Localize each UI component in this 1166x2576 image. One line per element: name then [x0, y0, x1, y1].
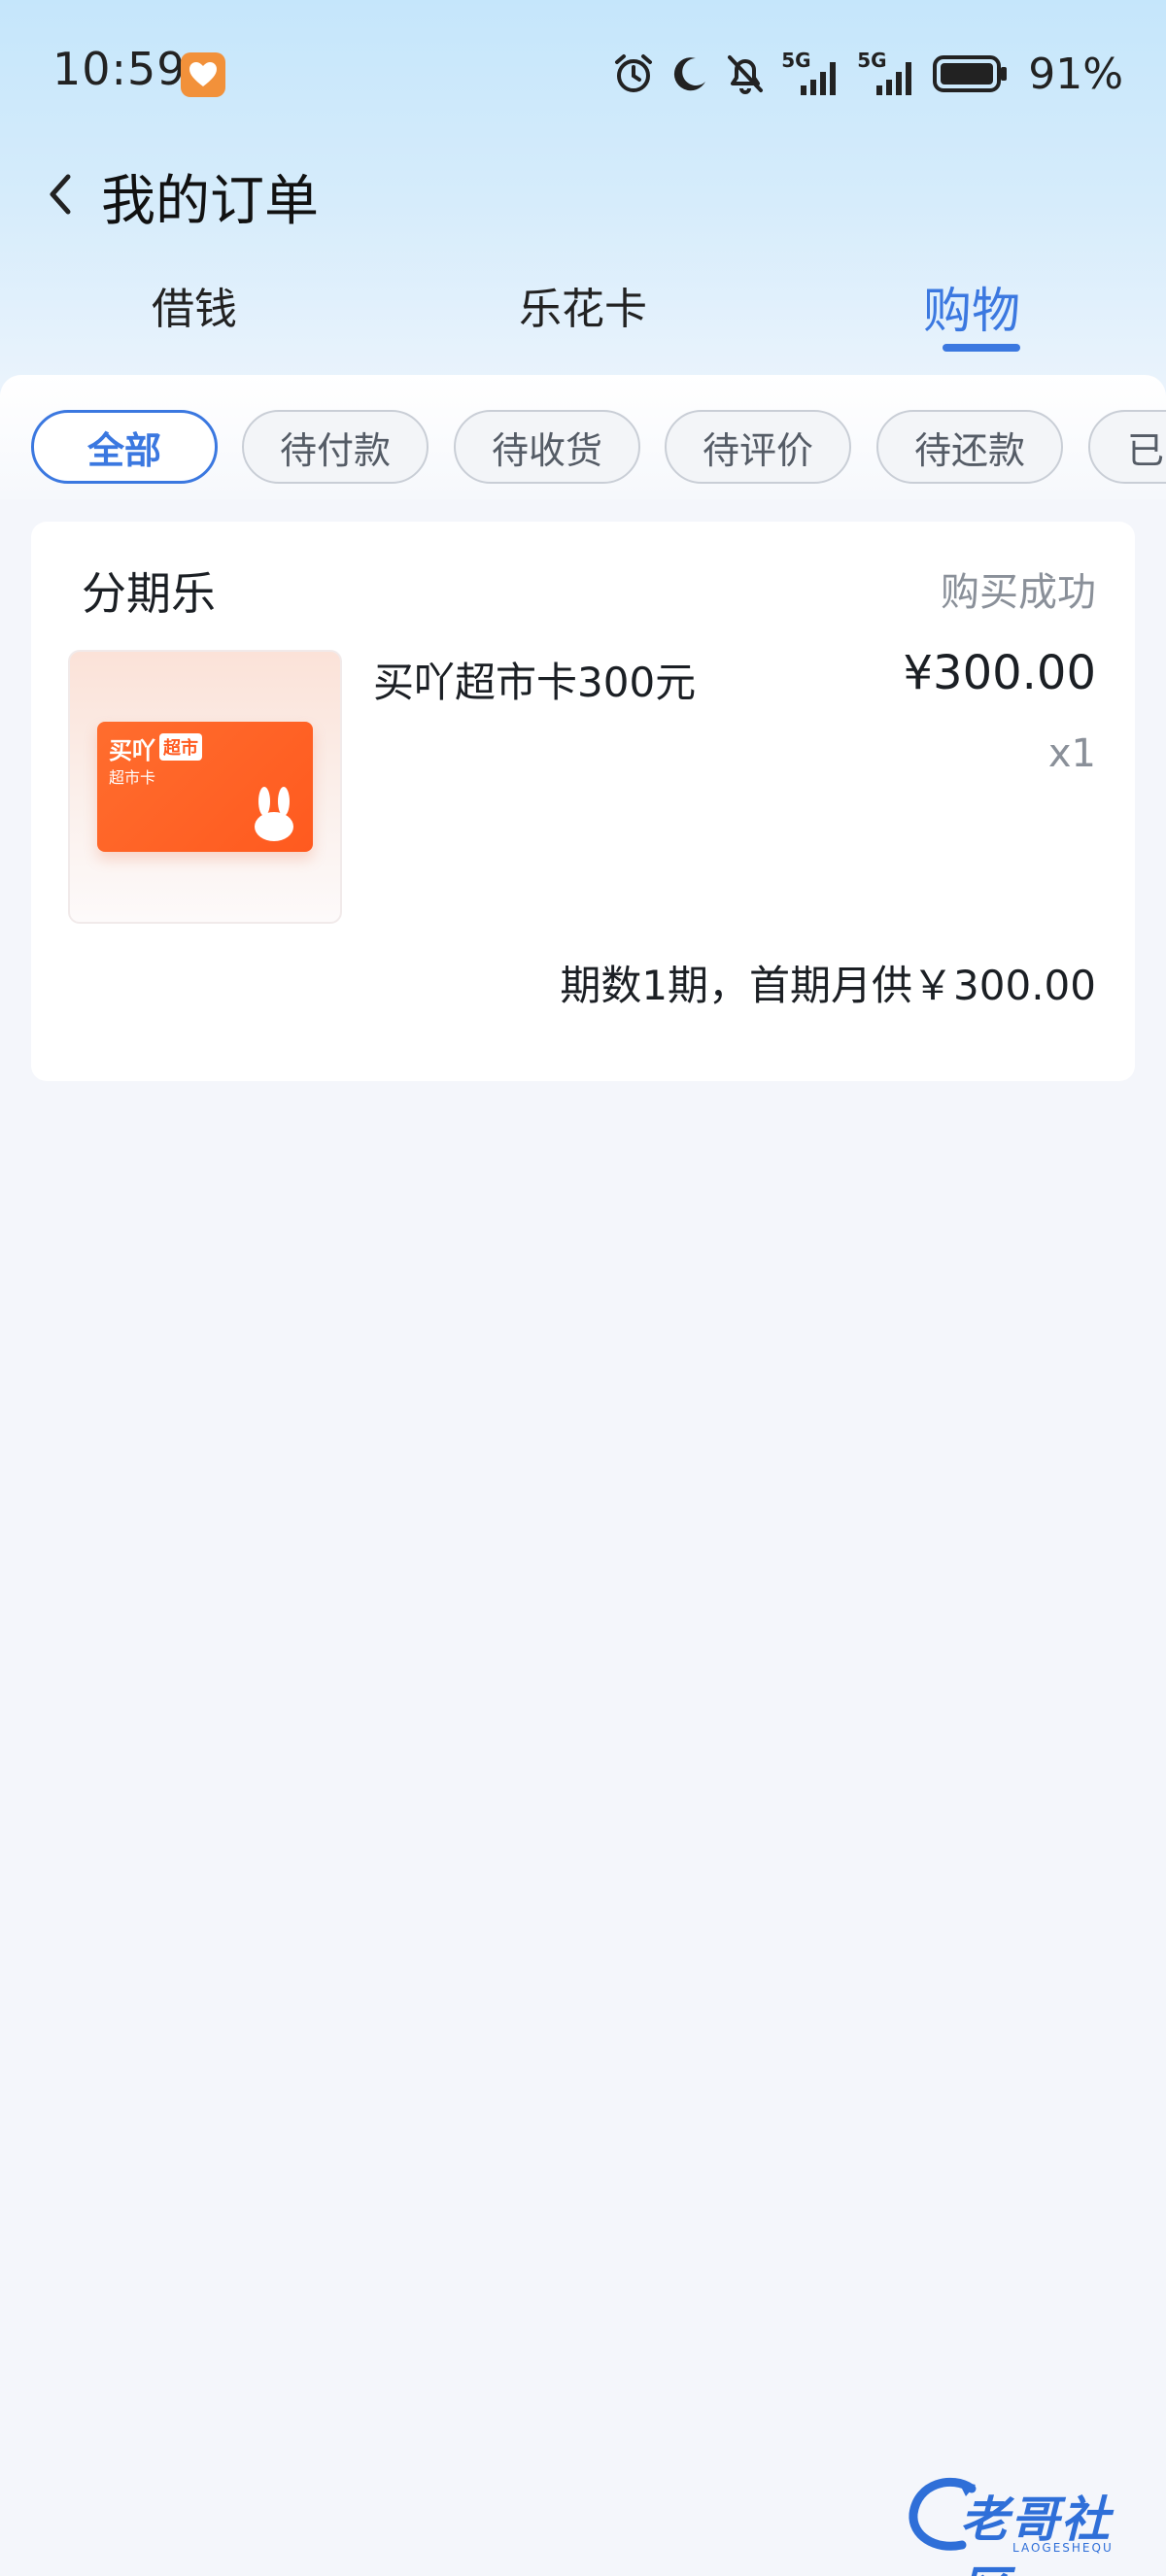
- tab-borrow[interactable]: 借钱: [152, 274, 237, 336]
- order-card[interactable]: 分期乐 购买成功 买吖 超市 超市卡 买吖超市卡300元 ¥300.00 x1 …: [31, 522, 1135, 1081]
- gift-card-subtitle: 超市卡: [109, 768, 156, 787]
- gift-card-tag: 超市: [159, 733, 202, 761]
- battery-icon: [933, 55, 1008, 92]
- bell-muted-icon: [728, 55, 764, 94]
- order-status: 购买成功: [941, 570, 1096, 615]
- filter-pending-receipt[interactable]: 待收货: [454, 410, 640, 484]
- status-bar: 10:59 5G 5G 91%: [0, 0, 1166, 146]
- alarm-icon: [615, 54, 653, 92]
- watermark-logo: 老哥社区 LAOGESHEQU: [904, 2467, 1156, 2576]
- order-filter-bar[interactable]: 全部 待付款 待收货 待评价 待还款 已: [0, 375, 1166, 499]
- chevron-left-icon: [50, 174, 71, 215]
- product-image: 买吖 超市 超市卡: [68, 650, 342, 924]
- filter-pending-repayment[interactable]: 待还款: [876, 410, 1063, 484]
- signal-1: 5G: [781, 49, 841, 95]
- installment-info: 期数1期，首期月供￥300.00: [560, 962, 1096, 1009]
- signal-2: 5G: [857, 49, 917, 95]
- filter-completed[interactable]: 已: [1088, 410, 1166, 484]
- status-icons: 5G 5G 91%: [612, 47, 1123, 101]
- battery-percent: 91%: [1028, 49, 1123, 99]
- shop-name: 分期乐: [82, 567, 216, 620]
- filter-pending-review[interactable]: 待评价: [665, 410, 851, 484]
- product-name: 买吖超市卡300元: [373, 659, 697, 706]
- product-price: ¥300.00: [903, 646, 1097, 700]
- signal-icon: [876, 62, 912, 95]
- status-time: 10:59: [52, 43, 187, 95]
- watermark-text: 老哥社区: [960, 2491, 1112, 2576]
- active-tab-indicator: [943, 344, 1020, 352]
- back-button[interactable]: [41, 167, 84, 221]
- rabbit-icon: [255, 787, 293, 841]
- moon-icon: [674, 57, 706, 91]
- watermark-subtext: LAOGESHEQU: [1012, 2541, 1114, 2555]
- tab-shopping[interactable]: 购物: [923, 272, 1020, 342]
- tab-lehua-card[interactable]: 乐花卡: [519, 274, 647, 336]
- gift-card-image: 买吖 超市 超市卡: [97, 722, 313, 852]
- app-heart-icon: [181, 52, 225, 97]
- filter-pending-payment[interactable]: 待付款: [242, 410, 429, 484]
- signal-icon: [801, 62, 837, 95]
- filter-all[interactable]: 全部: [31, 410, 218, 484]
- gift-card-brand: 买吖: [109, 737, 155, 764]
- page-title: 我的订单: [101, 170, 319, 233]
- product-quantity: x1: [1047, 731, 1096, 776]
